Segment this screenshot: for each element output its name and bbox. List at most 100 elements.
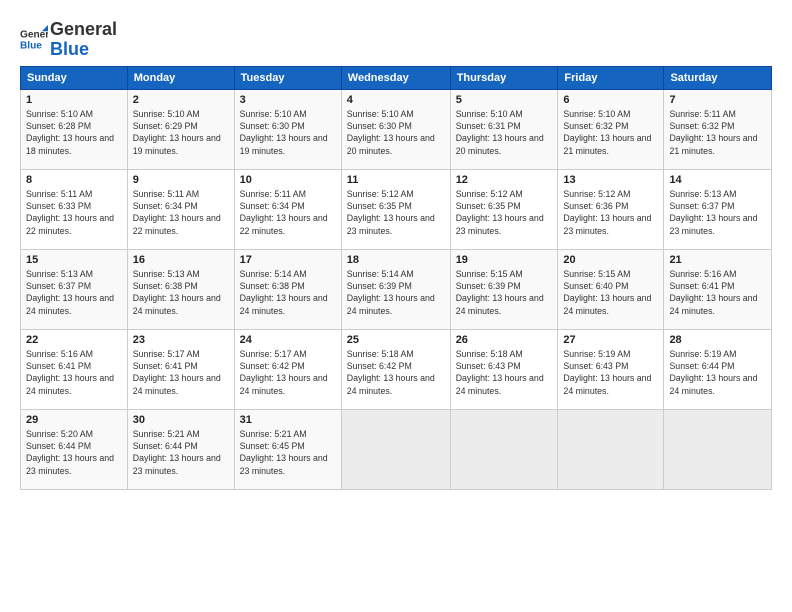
day-info: Sunrise: 5:12 AMSunset: 6:35 PMDaylight:… [347, 188, 445, 237]
day-info: Sunrise: 5:19 AMSunset: 6:44 PMDaylight:… [669, 348, 766, 397]
logo-text: General Blue [50, 20, 117, 60]
calendar-empty-cell [341, 409, 450, 489]
day-info: Sunrise: 5:17 AMSunset: 6:41 PMDaylight:… [133, 348, 229, 397]
calendar-empty-cell [450, 409, 558, 489]
day-number: 7 [669, 94, 766, 106]
day-number: 19 [456, 254, 553, 266]
day-number: 15 [26, 254, 122, 266]
day-number: 23 [133, 334, 229, 346]
calendar-cell-day-11: 11 Sunrise: 5:12 AMSunset: 6:35 PMDayligh… [341, 169, 450, 249]
calendar-cell-day-14: 14Sunrise: 5:13 AMSunset: 6:37 PMDayligh… [664, 169, 772, 249]
calendar-cell-day-25: 25Sunrise: 5:18 AMSunset: 6:42 PMDayligh… [341, 329, 450, 409]
day-info: Sunrise: 5:20 AMSunset: 6:44 PMDaylight:… [26, 428, 122, 477]
day-number: 8 [26, 174, 122, 186]
day-info: Sunrise: 5:11 AMSunset: 6:34 PMDaylight:… [133, 188, 229, 237]
day-number: 12 [456, 174, 553, 186]
calendar-cell-day-30: 30 Sunrise: 5:21 AMSunset: 6:44 PMDayligh… [127, 409, 234, 489]
calendar-cell-day-9: 9 Sunrise: 5:11 AMSunset: 6:34 PMDaylight… [127, 169, 234, 249]
calendar-week-3: 15Sunrise: 5:13 AMSunset: 6:37 PMDayligh… [21, 249, 772, 329]
header: General Blue General Blue [20, 16, 772, 60]
calendar-cell-day-29: 29 Sunrise: 5:20 AMSunset: 6:44 PMDayligh… [21, 409, 128, 489]
calendar-cell-day-15: 15Sunrise: 5:13 AMSunset: 6:37 PMDayligh… [21, 249, 128, 329]
calendar-week-1: 1 Sunrise: 5:10 AMSunset: 6:28 PMDaylight… [21, 89, 772, 169]
day-number: 16 [133, 254, 229, 266]
day-number: 18 [347, 254, 445, 266]
calendar-cell-day-2: 2 Sunrise: 5:10 AMSunset: 6:29 PMDaylight… [127, 89, 234, 169]
calendar-cell-day-10: 10 Sunrise: 5:11 AMSunset: 6:34 PMDayligh… [234, 169, 341, 249]
calendar-cell-day-17: 17 Sunrise: 5:14 AMSunset: 6:38 PMDayligh… [234, 249, 341, 329]
day-number: 20 [563, 254, 658, 266]
day-number: 13 [563, 174, 658, 186]
day-info: Sunrise: 5:10 AMSunset: 6:32 PMDaylight:… [563, 108, 658, 157]
day-info: Sunrise: 5:10 AMSunset: 6:28 PMDaylight:… [26, 108, 122, 157]
day-number: 22 [26, 334, 122, 346]
day-info: Sunrise: 5:10 AMSunset: 6:30 PMDaylight:… [240, 108, 336, 157]
calendar-header-sunday: Sunday [21, 66, 128, 89]
logo-icon: General Blue [20, 25, 48, 53]
calendar-cell-day-23: 23 Sunrise: 5:17 AMSunset: 6:41 PMDayligh… [127, 329, 234, 409]
calendar-cell-day-8: 8Sunrise: 5:11 AMSunset: 6:33 PMDaylight… [21, 169, 128, 249]
day-number: 5 [456, 94, 553, 106]
calendar-cell-day-21: 21Sunrise: 5:16 AMSunset: 6:41 PMDayligh… [664, 249, 772, 329]
calendar-week-2: 8Sunrise: 5:11 AMSunset: 6:33 PMDaylight… [21, 169, 772, 249]
calendar-header-row: SundayMondayTuesdayWednesdayThursdayFrid… [21, 66, 772, 89]
calendar-cell-day-20: 20 Sunrise: 5:15 AMSunset: 6:40 PMDayligh… [558, 249, 664, 329]
calendar-header-friday: Friday [558, 66, 664, 89]
calendar-cell-day-16: 16Sunrise: 5:13 AMSunset: 6:38 PMDayligh… [127, 249, 234, 329]
calendar-week-5: 29 Sunrise: 5:20 AMSunset: 6:44 PMDayligh… [21, 409, 772, 489]
calendar-empty-cell [558, 409, 664, 489]
day-info: Sunrise: 5:10 AMSunset: 6:31 PMDaylight:… [456, 108, 553, 157]
calendar-header-wednesday: Wednesday [341, 66, 450, 89]
day-info: Sunrise: 5:18 AMSunset: 6:43 PMDaylight:… [456, 348, 553, 397]
day-number: 25 [347, 334, 445, 346]
day-number: 21 [669, 254, 766, 266]
day-number: 10 [240, 174, 336, 186]
day-number: 6 [563, 94, 658, 106]
day-info: Sunrise: 5:17 AMSunset: 6:42 PMDaylight:… [240, 348, 336, 397]
day-number: 29 [26, 414, 122, 426]
calendar-cell-day-1: 1 Sunrise: 5:10 AMSunset: 6:28 PMDaylight… [21, 89, 128, 169]
day-info: Sunrise: 5:11 AMSunset: 6:32 PMDaylight:… [669, 108, 766, 157]
day-info: Sunrise: 5:15 AMSunset: 6:39 PMDaylight:… [456, 268, 553, 317]
calendar-cell-day-5: 5 Sunrise: 5:10 AMSunset: 6:31 PMDaylight… [450, 89, 558, 169]
calendar-empty-cell [664, 409, 772, 489]
day-number: 11 [347, 174, 445, 186]
day-number: 30 [133, 414, 229, 426]
day-info: Sunrise: 5:19 AMSunset: 6:43 PMDaylight:… [563, 348, 658, 397]
day-info: Sunrise: 5:12 AMSunset: 6:35 PMDaylight:… [456, 188, 553, 237]
day-info: Sunrise: 5:16 AMSunset: 6:41 PMDaylight:… [26, 348, 122, 397]
day-number: 14 [669, 174, 766, 186]
day-info: Sunrise: 5:21 AMSunset: 6:44 PMDaylight:… [133, 428, 229, 477]
day-info: Sunrise: 5:11 AMSunset: 6:34 PMDaylight:… [240, 188, 336, 237]
calendar-cell-day-7: 7 Sunrise: 5:11 AMSunset: 6:32 PMDaylight… [664, 89, 772, 169]
day-number: 28 [669, 334, 766, 346]
day-number: 3 [240, 94, 336, 106]
day-info: Sunrise: 5:14 AMSunset: 6:38 PMDaylight:… [240, 268, 336, 317]
calendar-header-monday: Monday [127, 66, 234, 89]
page: General Blue General Blue SundayMondayTu… [0, 0, 792, 612]
calendar-week-4: 22 Sunrise: 5:16 AMSunset: 6:41 PMDayligh… [21, 329, 772, 409]
logo-general: General [50, 19, 117, 39]
calendar-cell-day-4: 4Sunrise: 5:10 AMSunset: 6:30 PMDaylight… [341, 89, 450, 169]
calendar-cell-day-28: 28 Sunrise: 5:19 AMSunset: 6:44 PMDayligh… [664, 329, 772, 409]
calendar-cell-day-12: 12 Sunrise: 5:12 AMSunset: 6:35 PMDayligh… [450, 169, 558, 249]
calendar-cell-day-27: 27 Sunrise: 5:19 AMSunset: 6:43 PMDayligh… [558, 329, 664, 409]
day-info: Sunrise: 5:10 AMSunset: 6:29 PMDaylight:… [133, 108, 229, 157]
day-info: Sunrise: 5:10 AMSunset: 6:30 PMDaylight:… [347, 108, 445, 157]
calendar-cell-day-19: 19 Sunrise: 5:15 AMSunset: 6:39 PMDayligh… [450, 249, 558, 329]
day-info: Sunrise: 5:15 AMSunset: 6:40 PMDaylight:… [563, 268, 658, 317]
svg-text:Blue: Blue [20, 40, 42, 51]
day-number: 9 [133, 174, 229, 186]
day-number: 2 [133, 94, 229, 106]
day-number: 17 [240, 254, 336, 266]
calendar-header-saturday: Saturday [664, 66, 772, 89]
calendar-cell-day-3: 3 Sunrise: 5:10 AMSunset: 6:30 PMDaylight… [234, 89, 341, 169]
day-info: Sunrise: 5:21 AMSunset: 6:45 PMDaylight:… [240, 428, 336, 477]
day-number: 26 [456, 334, 553, 346]
calendar-cell-day-22: 22 Sunrise: 5:16 AMSunset: 6:41 PMDayligh… [21, 329, 128, 409]
calendar-cell-day-13: 13 Sunrise: 5:12 AMSunset: 6:36 PMDayligh… [558, 169, 664, 249]
day-number: 31 [240, 414, 336, 426]
day-number: 27 [563, 334, 658, 346]
day-number: 1 [26, 94, 122, 106]
day-info: Sunrise: 5:12 AMSunset: 6:36 PMDaylight:… [563, 188, 658, 237]
